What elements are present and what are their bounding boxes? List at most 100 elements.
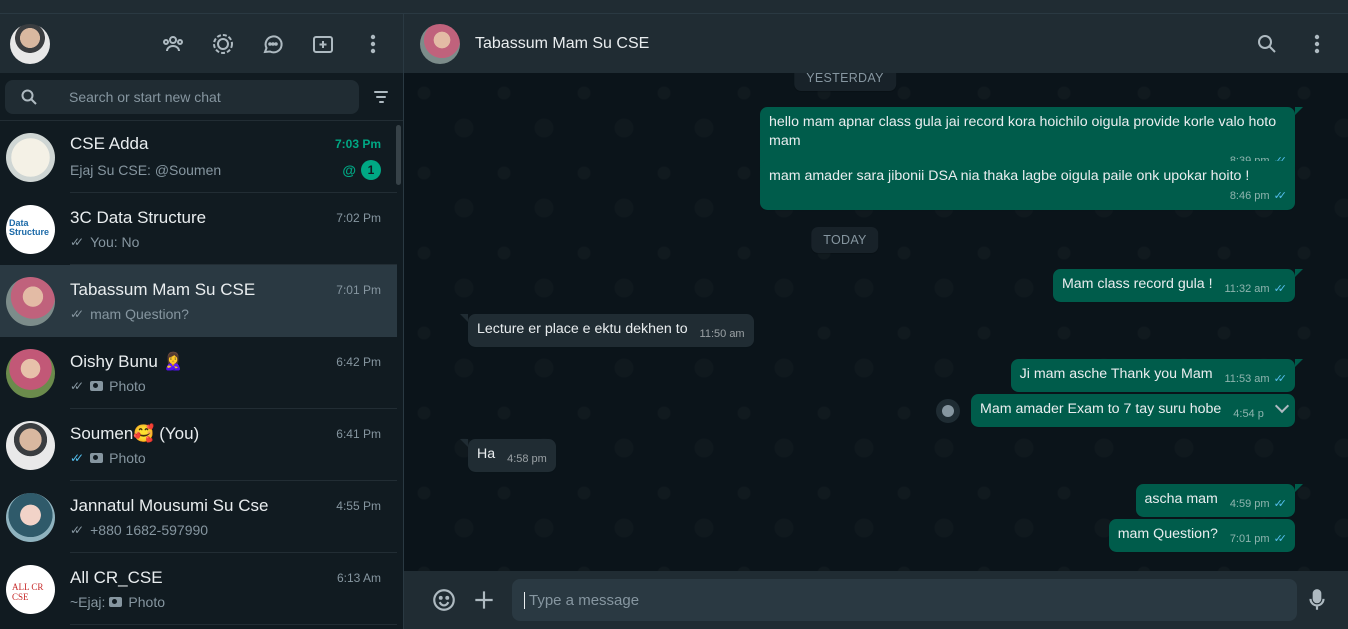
search-icon[interactable] (1247, 24, 1287, 64)
avatar: ALL CR CSE (6, 564, 55, 614)
read-ticks-icon: ✓✓ (1273, 373, 1288, 385)
avatar (6, 420, 55, 470)
chat-time: 7:03 Pm (334, 136, 381, 151)
camera-icon (90, 452, 104, 463)
chat-item-3c-data-structure[interactable]: Data Structure 3C Data Structure 7:02 Pm … (0, 193, 397, 265)
message-outgoing[interactable]: mam amader sara jibonii DSA nia thaka la… (760, 161, 1295, 210)
message-outgoing[interactable]: Mam amader Exam to 7 tay suru hobe 4:54 … (971, 394, 1295, 427)
conversation-header[interactable]: Tabassum Mam Su CSE (404, 14, 1348, 73)
message-text: Ji mam asche Thank you Mam (1019, 366, 1213, 382)
chat-preview: ✓✓ You: No (70, 234, 139, 250)
sidebar: CSE Adda 7:03 Pm Ejaj Su CSE: @Soumen @ … (0, 14, 404, 629)
chat-item-oishy-bunu[interactable]: Oishy Bunu 🙎‍♀️ 6:42 Pm ✓✓ Photo (0, 337, 397, 409)
filter-icon[interactable] (371, 87, 391, 107)
read-ticks-icon: ✓✓ (1273, 190, 1288, 202)
chat-item-cse-adda[interactable]: CSE Adda 7:03 Pm Ejaj Su CSE: @Soumen @ … (0, 121, 397, 193)
chat-preview-sender: ~Ejaj: (70, 593, 106, 610)
attach-icon[interactable] (464, 580, 504, 620)
chat-name: CSE Adda (70, 133, 149, 153)
chat-time: 6:42 Pm (336, 354, 381, 369)
message-text: mam amader sara jibonii DSA nia thaka la… (769, 168, 1250, 184)
message-meta: 7:01 pm ✓✓ (1229, 533, 1288, 545)
chat-time: 6:41 Pm (336, 426, 381, 441)
read-ticks-icon: ✓✓ (70, 522, 84, 537)
menu-icon[interactable] (353, 24, 393, 64)
message-text: ascha mam (1144, 491, 1218, 507)
message-text: Mam class record gula ! (1061, 276, 1213, 292)
chat-preview: ✓✓ Photo (70, 450, 146, 466)
emoji-icon[interactable] (424, 580, 464, 620)
message-outgoing[interactable]: mam Question? 7:01 pm ✓✓ (1108, 519, 1295, 552)
chat-name: Tabassum Mam Su CSE (70, 279, 256, 299)
message-outgoing[interactable]: Mam class record gula ! 11:32 am ✓✓ (1052, 269, 1304, 302)
react-emoji-button[interactable] (936, 399, 960, 423)
chat-name: Oishy Bunu 🙎‍♀️ (70, 351, 184, 371)
search-input[interactable] (69, 88, 329, 105)
search-row (0, 73, 403, 121)
conversation-panel: Tabassum Mam Su CSE YESTERDAY hello mam … (404, 14, 1348, 629)
chat-preview-text: Photo (128, 593, 166, 610)
avatar (6, 348, 55, 398)
chat-item-soumen-you[interactable]: Soumen🥰 (You) 6:41 Pm ✓✓ Photo (0, 409, 397, 481)
message-text: Ha (477, 446, 496, 462)
chat-item-tabassum-mam[interactable]: Tabassum Mam Su CSE 7:01 Pm ✓✓ mam Quest… (0, 265, 397, 337)
message-text: hello mam apnar class gula jai record ko… (769, 114, 1277, 149)
chat-preview-text: +880 1682-597990 (90, 521, 209, 538)
avatar: Data Structure (6, 204, 55, 254)
avatar (6, 276, 55, 326)
date-divider: YESTERDAY (794, 73, 896, 91)
chat-name: All CR_CSE (70, 567, 163, 587)
chevron-down-icon[interactable] (1274, 398, 1290, 414)
message-meta: 4:59 pm ✓✓ (1229, 498, 1288, 510)
message-input[interactable] (524, 591, 1297, 609)
channels-icon[interactable] (253, 24, 293, 64)
browser-top-strip (0, 0, 1348, 14)
chat-preview: Ejaj Su CSE: @Soumen (70, 161, 222, 178)
read-ticks-icon: ✓✓ (1273, 283, 1288, 295)
message-list: YESTERDAY hello mam apnar class gula jai… (404, 73, 1348, 571)
chat-time: 7:02 Pm (336, 210, 381, 225)
message-outgoing[interactable]: Ji mam asche Thank you Mam 11:53 am ✓✓ (1010, 359, 1304, 392)
message-meta: 4:58 pm (507, 453, 547, 465)
read-ticks-icon: ✓✓ (70, 306, 84, 321)
message-input-box[interactable] (512, 579, 1297, 621)
chat-name: 3C Data Structure (70, 207, 207, 227)
message-incoming[interactable]: Ha 4:58 pm (460, 439, 556, 472)
emoji-icon (942, 405, 954, 417)
message-meta: 8:46 pm ✓✓ (1229, 190, 1288, 202)
date-divider: TODAY (811, 227, 879, 253)
search-box[interactable] (5, 79, 360, 114)
mic-icon[interactable] (1297, 580, 1337, 620)
avatar (6, 132, 55, 182)
contact-name: Tabassum Mam Su CSE (475, 34, 650, 52)
message-composer (404, 571, 1348, 629)
read-ticks-icon: ✓✓ (70, 234, 84, 249)
read-ticks-icon: ✓✓ (70, 378, 84, 393)
community-icon[interactable] (153, 24, 193, 64)
chat-preview-text: You: No (90, 233, 140, 250)
chat-preview: ✓✓ +880 1682-597990 (70, 522, 208, 538)
whatsapp-app: CSE Adda 7:03 Pm Ejaj Su CSE: @Soumen @ … (0, 14, 1348, 629)
message-incoming[interactable]: Lecture er place e ektu dekhen to 11:50 … (460, 314, 754, 347)
avatar (6, 492, 55, 542)
chat-item-all-cr-cse[interactable]: ALL CR CSE All CR_CSE 6:13 Am ~Ejaj: Pho… (0, 553, 397, 625)
message-outgoing[interactable]: ascha mam 4:59 pm ✓✓ (1135, 484, 1304, 517)
chat-preview: ✓✓ Photo (70, 378, 146, 394)
camera-icon (90, 380, 104, 391)
message-text: mam Question? (1117, 526, 1218, 542)
menu-icon[interactable] (1297, 24, 1337, 64)
my-profile-avatar[interactable] (10, 23, 50, 64)
message-text: Lecture er place e ektu dekhen to (477, 321, 688, 337)
chat-item-jannatul-mousumi[interactable]: Jannatul Mousumi Su Cse 4:55 Pm ✓✓ +880 … (0, 481, 397, 553)
new-chat-icon[interactable] (303, 24, 343, 64)
chat-time: 6:13 Am (336, 570, 381, 585)
read-ticks-icon: ✓✓ (1273, 498, 1288, 510)
message-meta: 4:54 p (1233, 408, 1264, 420)
status-icon[interactable] (203, 24, 243, 64)
read-ticks-icon: ✓✓ (1273, 533, 1288, 545)
contact-avatar[interactable] (420, 23, 460, 64)
chat-preview: ✓✓ mam Question? (70, 306, 189, 322)
chat-preview-text: Photo (109, 449, 146, 466)
sidebar-header (0, 14, 403, 73)
message-meta: 11:50 am (699, 328, 745, 340)
